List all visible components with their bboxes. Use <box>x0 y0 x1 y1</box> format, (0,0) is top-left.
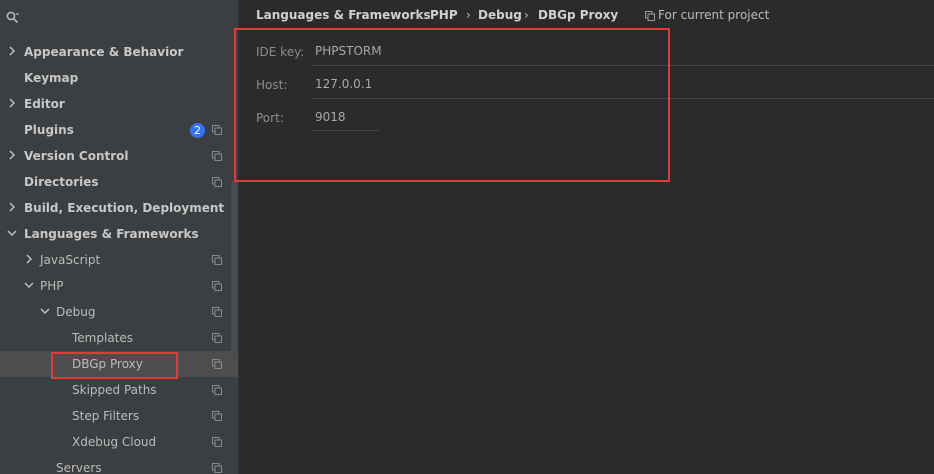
breadcrumb-item-php[interactable]: PHP <box>430 7 458 23</box>
chevron-right-icon[interactable] <box>7 46 17 56</box>
settings-search[interactable] <box>0 0 238 34</box>
sidebar-item-skipped-paths[interactable]: Skipped Paths <box>0 377 238 403</box>
copy-icon <box>212 385 222 395</box>
copy-icon <box>212 177 222 187</box>
copy-icon <box>212 359 222 369</box>
sidebar-item-templates[interactable]: Templates <box>0 325 238 351</box>
sidebar-item-editor[interactable]: Editor <box>0 91 238 117</box>
copy-icon <box>212 333 222 343</box>
chevron-right-icon[interactable] <box>7 150 17 160</box>
copy-icon <box>212 437 222 447</box>
sidebar-item-label: PHP <box>40 279 64 293</box>
copy-icon <box>645 11 655 21</box>
chevron-right-icon[interactable] <box>7 98 17 108</box>
sidebar-item-version-control[interactable]: Version Control <box>0 143 238 169</box>
breadcrumb-separator: › <box>416 8 421 22</box>
settings-tree: Appearance & Behavior Keymap Editor Plugins… <box>0 39 238 474</box>
sidebar-item-xdebug-cloud[interactable]: Xdebug Cloud <box>0 429 238 455</box>
search-icon[interactable] <box>6 11 20 25</box>
sidebar-item-label: Build, Execution, Deployment <box>24 201 225 215</box>
breadcrumb-separator: › <box>524 8 529 22</box>
sidebar-item-label: Servers <box>56 461 102 474</box>
settings-sidebar: Appearance & Behavior Keymap Editor Plugins… <box>0 0 238 474</box>
sidebar-item-label: Languages & Frameworks <box>24 227 199 241</box>
sidebar-item-step-filters[interactable]: Step Filters <box>0 403 238 429</box>
chevron-down-icon[interactable] <box>7 228 17 238</box>
sidebar-item-keymap[interactable]: Keymap <box>0 65 238 91</box>
sidebar-item-label: Skipped Paths <box>72 383 157 397</box>
chevron-right-icon[interactable] <box>7 202 17 212</box>
sidebar-item-label: Debug <box>56 305 96 319</box>
chevron-down-icon[interactable] <box>24 280 34 290</box>
sidebar-item-label: Appearance & Behavior <box>24 45 184 59</box>
copy-icon <box>212 281 222 291</box>
sidebar-item-build-execution-deployment[interactable]: Build, Execution, Deployment <box>0 195 238 221</box>
scope-label: For current project <box>658 8 770 22</box>
sidebar-item-appearance-behavior[interactable]: Appearance & Behavior <box>0 39 238 65</box>
sidebar-item-php[interactable]: PHP <box>0 273 238 299</box>
breadcrumb-item-dbgp-proxy: DBGp Proxy <box>538 8 619 22</box>
chevron-down-icon[interactable] <box>40 306 50 316</box>
breadcrumb-separator: › <box>466 8 471 22</box>
copy-icon <box>212 255 222 265</box>
sidebar-item-label: Directories <box>24 175 99 189</box>
sidebar-item-debug[interactable]: Debug <box>0 299 238 325</box>
sidebar-item-label: Plugins <box>24 123 74 137</box>
copy-icon <box>212 463 222 473</box>
sidebar-item-label: Keymap <box>24 71 79 85</box>
sidebar-item-label: Editor <box>24 97 65 111</box>
copy-icon <box>212 307 222 317</box>
update-count-badge: 2 <box>190 123 205 138</box>
breadcrumb-item-languages[interactable]: Languages & Frameworks <box>256 7 431 23</box>
sidebar-item-label: Templates <box>72 331 134 345</box>
sidebar-item-label: Step Filters <box>72 409 140 423</box>
copy-icon <box>212 411 222 421</box>
sidebar-item-label: Xdebug Cloud <box>72 435 157 449</box>
sidebar-item-languages-frameworks[interactable]: Languages & Frameworks <box>0 221 238 247</box>
sidebar-item-label: Version Control <box>24 149 129 163</box>
copy-icon <box>212 125 222 135</box>
sidebar-item-directories[interactable]: Directories <box>0 169 238 195</box>
form-highlight-box <box>234 28 670 182</box>
selected-item-highlight-box <box>51 352 178 379</box>
sidebar-item-javascript[interactable]: JavaScript <box>0 247 238 273</box>
sidebar-item-servers[interactable]: Servers <box>0 455 238 474</box>
sidebar-scrollbar[interactable] <box>231 180 237 360</box>
chevron-right-icon[interactable] <box>24 254 34 264</box>
sidebar-item-plugins[interactable]: Plugins 2 <box>0 117 238 143</box>
sidebar-item-label: JavaScript <box>40 253 101 267</box>
copy-icon <box>212 151 222 161</box>
breadcrumb-item-debug[interactable]: Debug <box>478 7 522 23</box>
